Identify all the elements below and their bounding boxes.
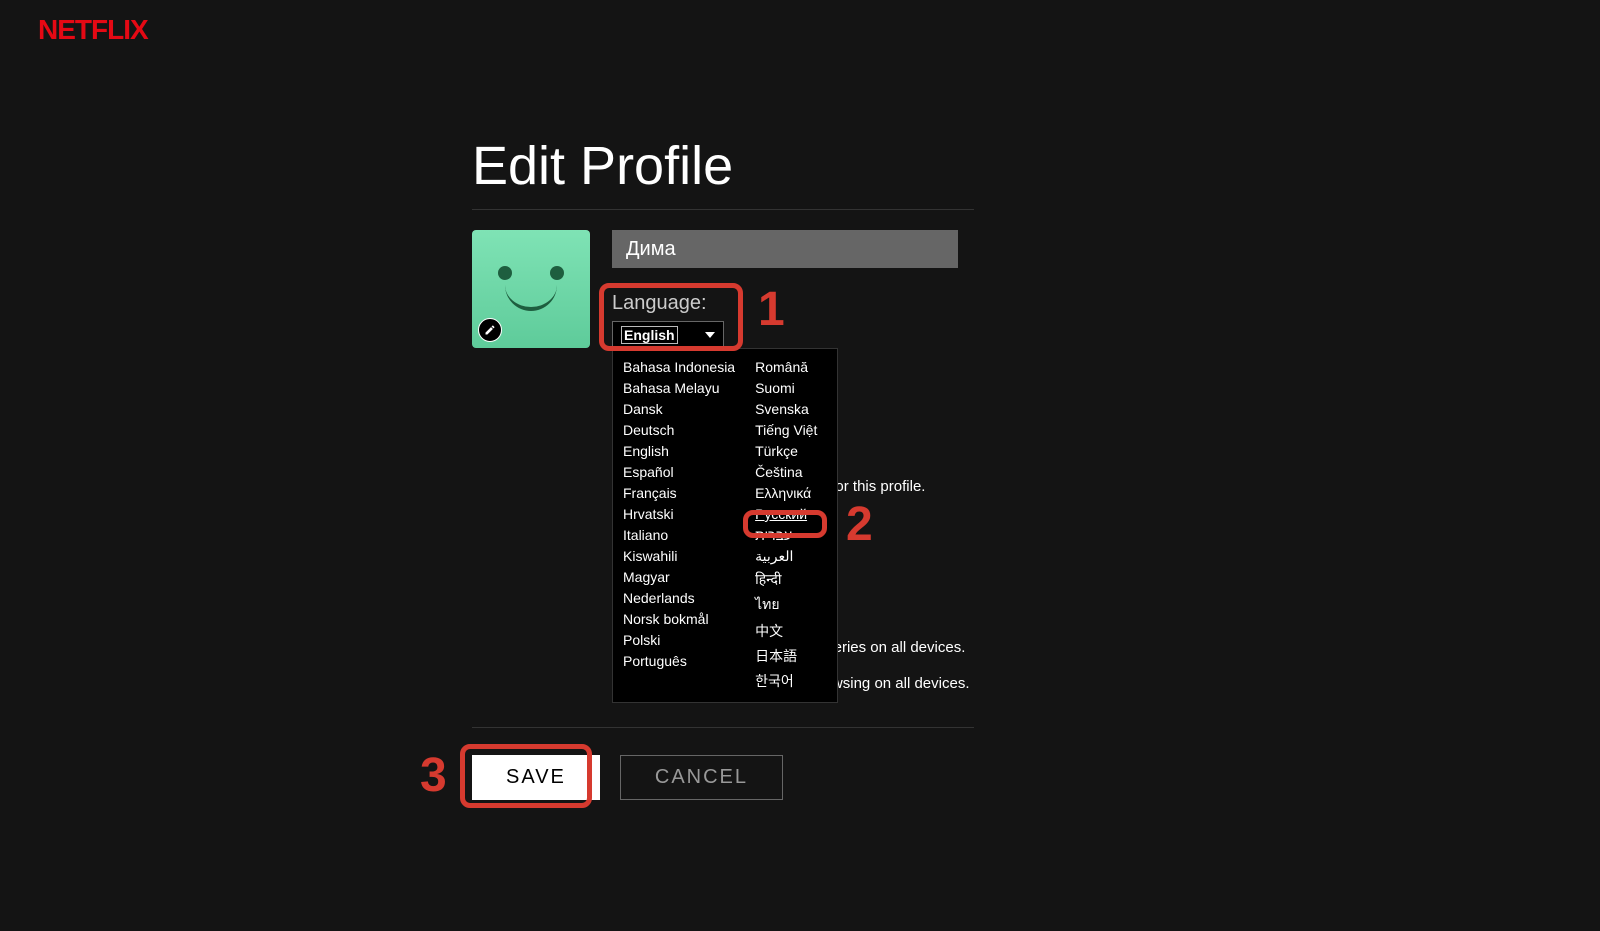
language-option[interactable]: Magyar <box>623 567 735 588</box>
divider-bottom <box>472 727 974 728</box>
language-option[interactable]: Português <box>623 651 735 672</box>
language-select[interactable]: English <box>612 321 724 349</box>
page-title: Edit Profile <box>472 135 974 197</box>
language-label: Language: <box>612 292 974 315</box>
language-option[interactable]: Suomi <box>755 378 827 399</box>
language-option[interactable]: Bahasa Melayu <box>623 378 735 399</box>
language-option[interactable]: Русский <box>755 504 827 525</box>
language-option[interactable]: 日本語 <box>755 644 827 669</box>
language-option[interactable]: Română <box>755 357 827 378</box>
cancel-button[interactable]: CANCEL <box>620 755 783 800</box>
language-option[interactable]: Español <box>623 462 735 483</box>
language-option[interactable]: Nederlands <box>623 588 735 609</box>
language-option[interactable]: Dansk <box>623 399 735 420</box>
language-dropdown: Bahasa IndonesiaBahasa MelayuDanskDeutsc… <box>612 348 838 703</box>
language-selected-value: English <box>621 326 678 344</box>
language-option[interactable]: Čeština <box>755 462 827 483</box>
language-option[interactable]: 中文 <box>755 619 827 644</box>
chevron-down-icon <box>705 332 715 338</box>
language-option[interactable]: 한국어 <box>755 669 827 694</box>
edit-avatar-button[interactable] <box>478 318 502 342</box>
language-option[interactable]: Bahasa Indonesia <box>623 357 735 378</box>
language-option[interactable]: Italiano <box>623 525 735 546</box>
language-option[interactable]: English <box>623 441 735 462</box>
language-option[interactable]: Kiswahili <box>623 546 735 567</box>
language-option[interactable]: Ελληνικά <box>755 483 827 504</box>
language-option[interactable]: Türkçe <box>755 441 827 462</box>
language-option[interactable]: Norsk bokmål <box>623 609 735 630</box>
language-option[interactable]: Svenska <box>755 399 827 420</box>
avatar-wrapper <box>472 230 590 348</box>
language-option[interactable]: Tiếng Việt <box>755 420 827 441</box>
pencil-icon <box>484 324 496 336</box>
language-option[interactable]: العربية <box>755 546 827 568</box>
divider <box>472 209 974 210</box>
profile-name-input[interactable] <box>612 230 958 268</box>
language-option[interactable]: עברית <box>755 525 827 546</box>
annotation-number-3: 3 <box>420 748 447 803</box>
language-option[interactable]: Deutsch <box>623 420 735 441</box>
language-option[interactable]: Français <box>623 483 735 504</box>
save-button[interactable]: SAVE <box>472 755 600 800</box>
language-option[interactable]: Polski <box>623 630 735 651</box>
netflix-logo[interactable]: NETFLIX <box>38 14 148 46</box>
language-option[interactable]: ไทย <box>755 592 827 619</box>
language-option[interactable]: Hrvatski <box>623 504 735 525</box>
language-option[interactable]: हिन्दी <box>755 568 827 592</box>
